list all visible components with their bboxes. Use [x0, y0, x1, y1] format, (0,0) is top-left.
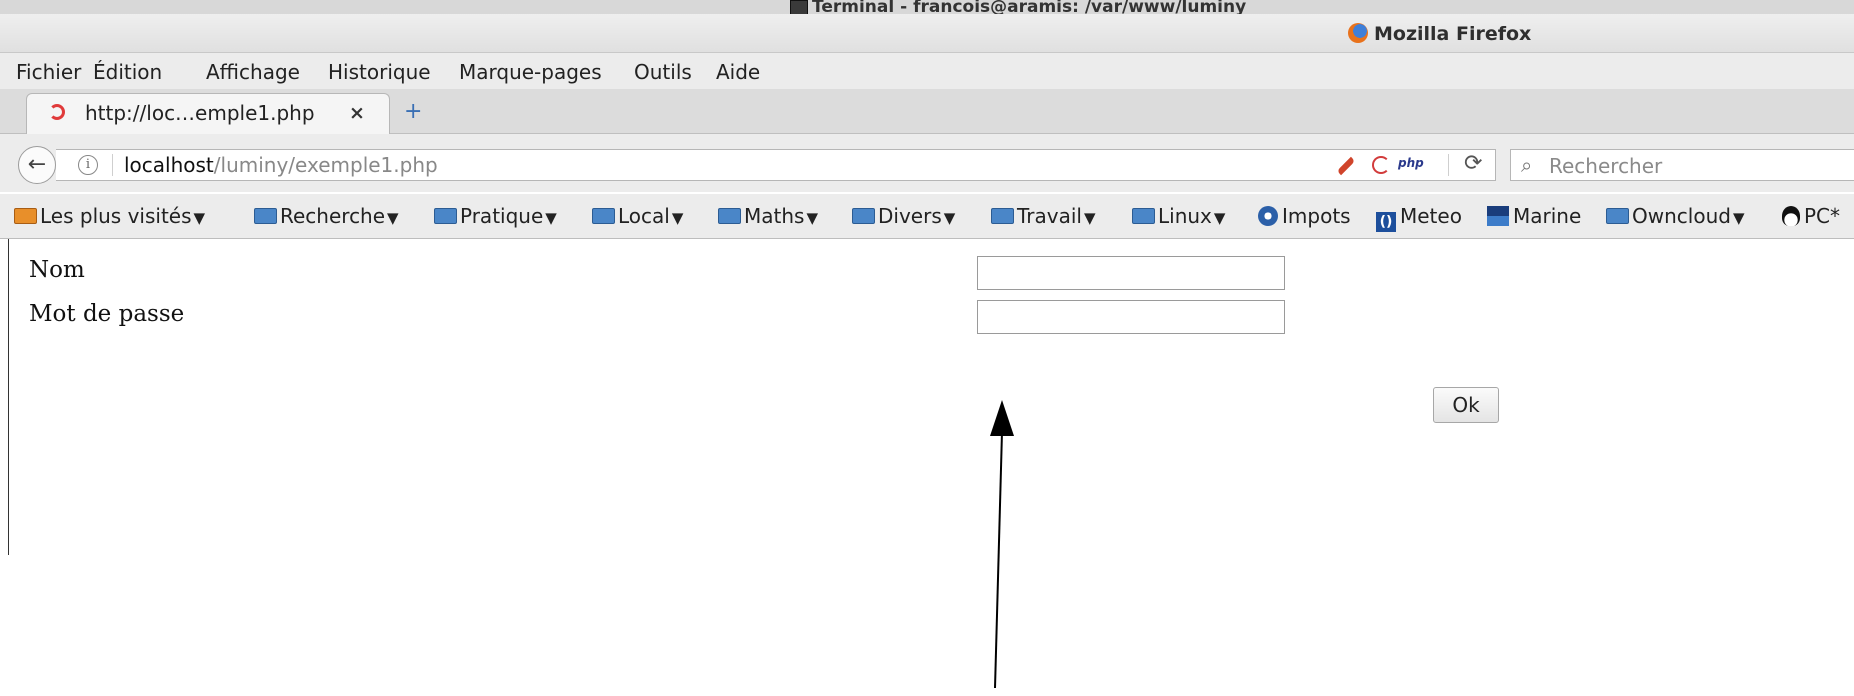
- folder-icon: [991, 208, 1014, 224]
- firefox-window: Mozilla Firefox Fichier Édition Affichag…: [0, 14, 1854, 696]
- bookmark-impots[interactable]: Impots: [1258, 204, 1351, 228]
- bookmark-meteo[interactable]: () Meteo: [1376, 204, 1462, 232]
- page-favicon-icon: [49, 104, 65, 120]
- tux-icon: [1782, 206, 1800, 226]
- folder-icon: [592, 208, 615, 224]
- site-info-icon[interactable]: i: [78, 155, 98, 175]
- menu-affichage[interactable]: Affichage: [206, 60, 300, 84]
- name-label: Nom: [29, 257, 85, 283]
- terminal-icon: [790, 0, 808, 14]
- menu-historique[interactable]: Historique: [328, 60, 431, 84]
- bookmark-linux[interactable]: Linux ▼: [1132, 204, 1225, 228]
- folder-icon: [852, 208, 875, 224]
- orange-folder-icon: [14, 208, 37, 224]
- ok-button[interactable]: Ok: [1433, 387, 1499, 423]
- bookmarks-toolbar: Les plus visités ▼ Recherche ▼ Pratique ▼ L…: [0, 194, 1854, 239]
- background-terminal-window[interactable]: Terminal - francois@aramis: /var/www/lum…: [0, 0, 1854, 15]
- back-button[interactable]: ←: [18, 146, 56, 184]
- menu-edition[interactable]: Édition: [93, 60, 162, 84]
- url-divider-right: [1448, 154, 1449, 176]
- feather-addon-icon[interactable]: [1336, 156, 1356, 176]
- bookmark-recherche[interactable]: Recherche ▼: [254, 204, 399, 228]
- bookmark-marine[interactable]: Marine: [1487, 204, 1581, 228]
- menu-outils[interactable]: Outils: [634, 60, 692, 84]
- debian-addon-icon[interactable]: [1372, 156, 1390, 174]
- new-tab-icon[interactable]: +: [404, 99, 422, 124]
- marine-icon: [1487, 206, 1509, 226]
- bookmark-pc[interactable]: PC*: [1782, 204, 1840, 228]
- terminal-window-title: Terminal - francois@aramis: /var/www/lum…: [790, 0, 1246, 14]
- url-text[interactable]: localhost/luminy/exemple1.php: [124, 153, 438, 177]
- search-bar[interactable]: ⌕ Rechercher: [1510, 149, 1854, 181]
- menu-bar: Fichier Édition Affichage Historique Mar…: [0, 53, 1854, 89]
- meteo-icon: (): [1376, 212, 1396, 232]
- url-divider: [112, 154, 113, 176]
- tab-exemple1[interactable]: http://loc…emple1.php ×: [26, 93, 390, 134]
- php-addon-icon[interactable]: php: [1398, 156, 1424, 170]
- window-title: Mozilla Firefox: [1348, 23, 1531, 45]
- folder-icon: [718, 208, 741, 224]
- bookmark-pratique[interactable]: Pratique ▼: [434, 204, 557, 228]
- title-bar[interactable]: Mozilla Firefox: [0, 14, 1854, 53]
- search-icon: ⌕: [1521, 153, 1533, 177]
- page-content: Nom Mot de passe Ok: [8, 239, 1854, 555]
- menu-aide[interactable]: Aide: [716, 60, 760, 84]
- search-placeholder: Rechercher: [1549, 154, 1663, 178]
- folder-icon: [254, 208, 277, 224]
- navigation-bar: ← i localhost/luminy/exemple1.php php ⟳ …: [0, 134, 1854, 192]
- menu-marque-pages[interactable]: Marque-pages: [459, 60, 602, 84]
- bookmark-travail[interactable]: Travail ▼: [991, 204, 1096, 228]
- close-tab-icon[interactable]: ×: [349, 102, 365, 124]
- tab-bar: http://loc…emple1.php × +: [0, 89, 1854, 134]
- password-input[interactable]: [977, 300, 1285, 334]
- tab-label: http://loc…emple1.php: [85, 101, 315, 125]
- bookmark-les-plus-visites[interactable]: Les plus visités ▼: [14, 204, 205, 228]
- bookmark-local[interactable]: Local ▼: [592, 204, 683, 228]
- bookmark-owncloud[interactable]: Owncloud ▼: [1606, 204, 1744, 228]
- firefox-icon: [1348, 23, 1368, 43]
- menu-fichier[interactable]: Fichier: [16, 60, 81, 84]
- reload-icon[interactable]: ⟳: [1464, 151, 1482, 176]
- name-input[interactable]: [977, 256, 1285, 290]
- bookmark-divers[interactable]: Divers ▼: [852, 204, 955, 228]
- url-bar[interactable]: i localhost/luminy/exemple1.php php ⟳: [56, 149, 1496, 181]
- folder-icon: [1606, 208, 1629, 224]
- bookmark-maths[interactable]: Maths ▼: [718, 204, 818, 228]
- impots-icon: [1258, 206, 1278, 226]
- folder-icon: [1132, 208, 1155, 224]
- password-label: Mot de passe: [29, 301, 185, 327]
- folder-icon: [434, 208, 457, 224]
